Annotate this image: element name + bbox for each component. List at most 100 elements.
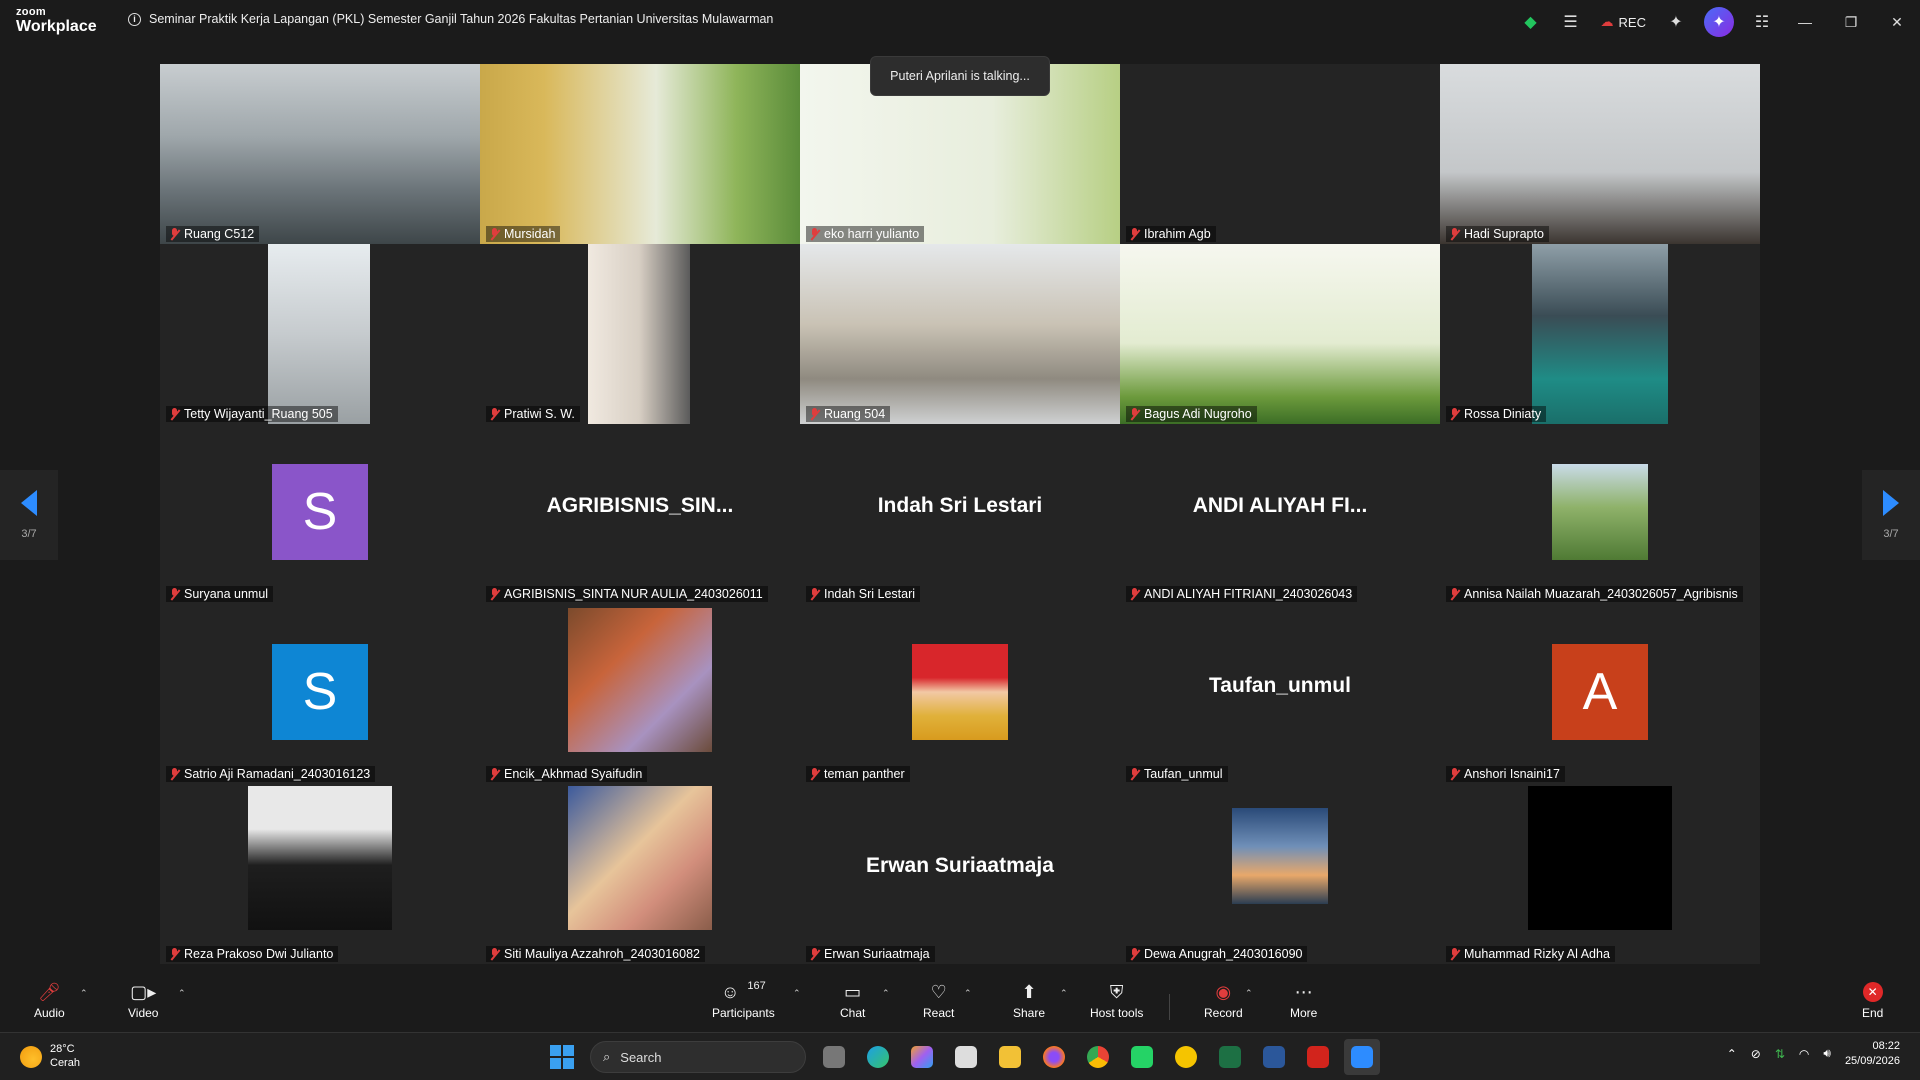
participant-tile[interactable]: Dewa Anugrah_2403016090: [1120, 784, 1440, 964]
excel-icon[interactable]: [1212, 1039, 1248, 1075]
video-tile[interactable]: Hadi Suprapto: [1440, 64, 1760, 244]
chat-options-caret[interactable]: ⌃: [882, 988, 890, 999]
participant-nametag: Rossa Diniaty: [1446, 406, 1547, 422]
more-button[interactable]: ⋯ More: [1290, 980, 1317, 1021]
video-tile[interactable]: Tetty Wijayanti_Ruang 505: [160, 244, 480, 424]
participant-name: eko harri yulianto: [824, 227, 920, 241]
participant-tile[interactable]: Siti Mauliya Azzahroh_2403016082: [480, 784, 800, 964]
page-indicator: 3/7: [1883, 528, 1899, 540]
participant-nametag: Ruang C512: [166, 226, 260, 242]
chrome-icon[interactable]: [1080, 1039, 1116, 1075]
volume-icon[interactable]: 🔊︎: [1823, 1046, 1831, 1061]
participant-tile[interactable]: A Anshori Isnaini17: [1440, 604, 1760, 784]
copilot-icon[interactable]: [904, 1039, 940, 1075]
participant-name: Encik_Akhmad Syaifudin: [504, 767, 643, 781]
participant-nametag: Siti Mauliya Azzahroh_2403016082: [486, 946, 705, 962]
taskbar-search[interactable]: ⌕ Search: [590, 1041, 806, 1073]
participant-tile[interactable]: Annisa Nailah Muazarah_2403026057_Agribi…: [1440, 424, 1760, 604]
record-options-caret[interactable]: ⌃: [1245, 988, 1253, 999]
word-icon[interactable]: [1256, 1039, 1292, 1075]
mic-off-icon[interactable]: ⊘: [1751, 1047, 1761, 1061]
video-button[interactable]: ▢▸ Video: [128, 980, 158, 1021]
participant-tile[interactable]: Taufan_unmul Taufan_unmul: [1120, 604, 1440, 784]
participant-tile[interactable]: S Satrio Aji Ramadani_2403016123: [160, 604, 480, 784]
participant-tile[interactable]: S Suryana unmul: [160, 424, 480, 604]
snipping-tool-icon[interactable]: [948, 1039, 984, 1075]
chevron-up-icon[interactable]: ⌃: [1727, 1047, 1737, 1061]
participant-tile[interactable]: Indah Sri Lestari Indah Sri Lestari: [800, 424, 1120, 604]
video-tile[interactable]: Ruang C512: [160, 64, 480, 244]
firefox-icon[interactable]: [1036, 1039, 1072, 1075]
share-options-caret[interactable]: ⌃: [1060, 988, 1068, 999]
participant-name: Reza Prakoso Dwi Julianto: [184, 947, 334, 961]
wand-icon[interactable]: ✦: [1656, 0, 1696, 44]
participant-tile[interactable]: AGRIBISNIS_SIN... AGRIBISNIS_SINTA NUR A…: [480, 424, 800, 604]
file-explorer-icon[interactable]: [992, 1039, 1028, 1075]
meeting-info[interactable]: i Seminar Praktik Kerja Lapangan (PKL) S…: [128, 12, 773, 26]
previous-page-button[interactable]: 3/7: [0, 470, 58, 560]
participants-button[interactable]: ☺︎ 167 Participants: [712, 980, 775, 1020]
zoom-app-icon[interactable]: [1344, 1039, 1380, 1075]
close-window-button[interactable]: ✕: [1874, 0, 1920, 44]
wifi-icon[interactable]: ◠: [1799, 1047, 1809, 1061]
next-page-button[interactable]: 3/7: [1862, 470, 1920, 560]
meeting-title: Seminar Praktik Kerja Lapangan (PKL) Sem…: [149, 12, 774, 26]
participant-tile[interactable]: ANDI ALIYAH FI... ANDI ALIYAH FITRIANI_2…: [1120, 424, 1440, 604]
participant-name: ANDI ALIYAH FITRIANI_2403026043: [1144, 587, 1353, 601]
edge-icon[interactable]: [860, 1039, 896, 1075]
participant-nametag: Encik_Akhmad Syaifudin: [486, 766, 648, 782]
record-button[interactable]: ◉ Record: [1204, 980, 1243, 1021]
video-tile[interactable]: Rossa Diniaty: [1440, 244, 1760, 424]
network-activity-icon[interactable]: ⇅: [1775, 1047, 1785, 1061]
windows-start-icon[interactable]: [550, 1045, 574, 1069]
muted-mic-icon: [169, 947, 180, 961]
audio-options-caret[interactable]: ⌃: [80, 988, 88, 999]
task-view-icon[interactable]: [816, 1039, 852, 1075]
participant-name: Hadi Suprapto: [1464, 227, 1544, 241]
react-button[interactable]: ♡ React: [923, 980, 954, 1021]
video-tile[interactable]: Bagus Adi Nugroho: [1120, 244, 1440, 424]
minimize-button[interactable]: —: [1782, 0, 1828, 44]
video-tile[interactable]: Pratiwi S. W.: [480, 244, 800, 424]
video-tile[interactable]: Ruang 504: [800, 244, 1120, 424]
video-options-caret[interactable]: ⌃: [178, 988, 186, 999]
apps-grid-icon[interactable]: ☷: [1742, 0, 1782, 44]
restore-button[interactable]: ❐: [1828, 0, 1874, 44]
share-button[interactable]: ⬆︎ Share: [1013, 980, 1045, 1021]
participant-nametag: Indah Sri Lestari: [806, 586, 921, 602]
clock[interactable]: 08:22 25/09/2026: [1845, 1039, 1900, 1069]
muted-mic-icon: [1129, 227, 1140, 241]
host-tools-button[interactable]: ⛨ Host tools: [1090, 980, 1143, 1021]
participants-options-caret[interactable]: ⌃: [793, 988, 801, 999]
participant-tile[interactable]: Erwan Suriaatmaja Erwan Suriaatmaja: [800, 784, 1120, 964]
brand-large: Workplace: [16, 18, 97, 35]
participant-name: Taufan_unmul: [1144, 767, 1223, 781]
participant-nametag: Annisa Nailah Muazarah_2403026057_Agribi…: [1446, 586, 1743, 602]
chat-button[interactable]: ▭ Chat: [840, 980, 865, 1021]
brand-small: zoom: [16, 6, 46, 18]
info-icon[interactable]: i: [128, 12, 141, 26]
security-shield-icon[interactable]: ◆: [1511, 0, 1551, 44]
weather-widget[interactable]: 28°C Cerah: [20, 1043, 80, 1071]
acrobat-icon[interactable]: [1300, 1039, 1336, 1075]
video-tile[interactable]: Ibrahim Agb: [1120, 64, 1440, 244]
participant-tile[interactable]: Encik_Akhmad Syaifudin: [480, 604, 800, 784]
cloud-icon: ☁: [1600, 14, 1614, 29]
end-meeting-button[interactable]: ✕ End: [1862, 980, 1883, 1020]
participant-tile[interactable]: Reza Prakoso Dwi Julianto: [160, 784, 480, 964]
chat-app-icon[interactable]: [1168, 1039, 1204, 1075]
whatsapp-icon[interactable]: [1124, 1039, 1160, 1075]
arrow-right-icon: [1883, 490, 1899, 516]
ai-companion-icon[interactable]: ✦: [1704, 7, 1734, 37]
taskbar-apps: [816, 1039, 1380, 1075]
participant-tile[interactable]: Muhammad Rizky Al Adha: [1440, 784, 1760, 964]
record-icon: ◉: [1215, 981, 1232, 1002]
react-options-caret[interactable]: ⌃: [964, 988, 972, 999]
participants-count: 167: [747, 980, 766, 992]
notes-icon[interactable]: ☰: [1551, 0, 1591, 44]
participant-tile[interactable]: teman panther: [800, 604, 1120, 784]
participant-display-name: AGRIBISNIS_SIN...: [546, 494, 734, 517]
audio-button[interactable]: 🎤︎ Audio: [34, 980, 65, 1021]
video-tile[interactable]: Mursidah: [480, 64, 800, 244]
cloud-recording-indicator[interactable]: ☁ REC: [1601, 14, 1646, 30]
